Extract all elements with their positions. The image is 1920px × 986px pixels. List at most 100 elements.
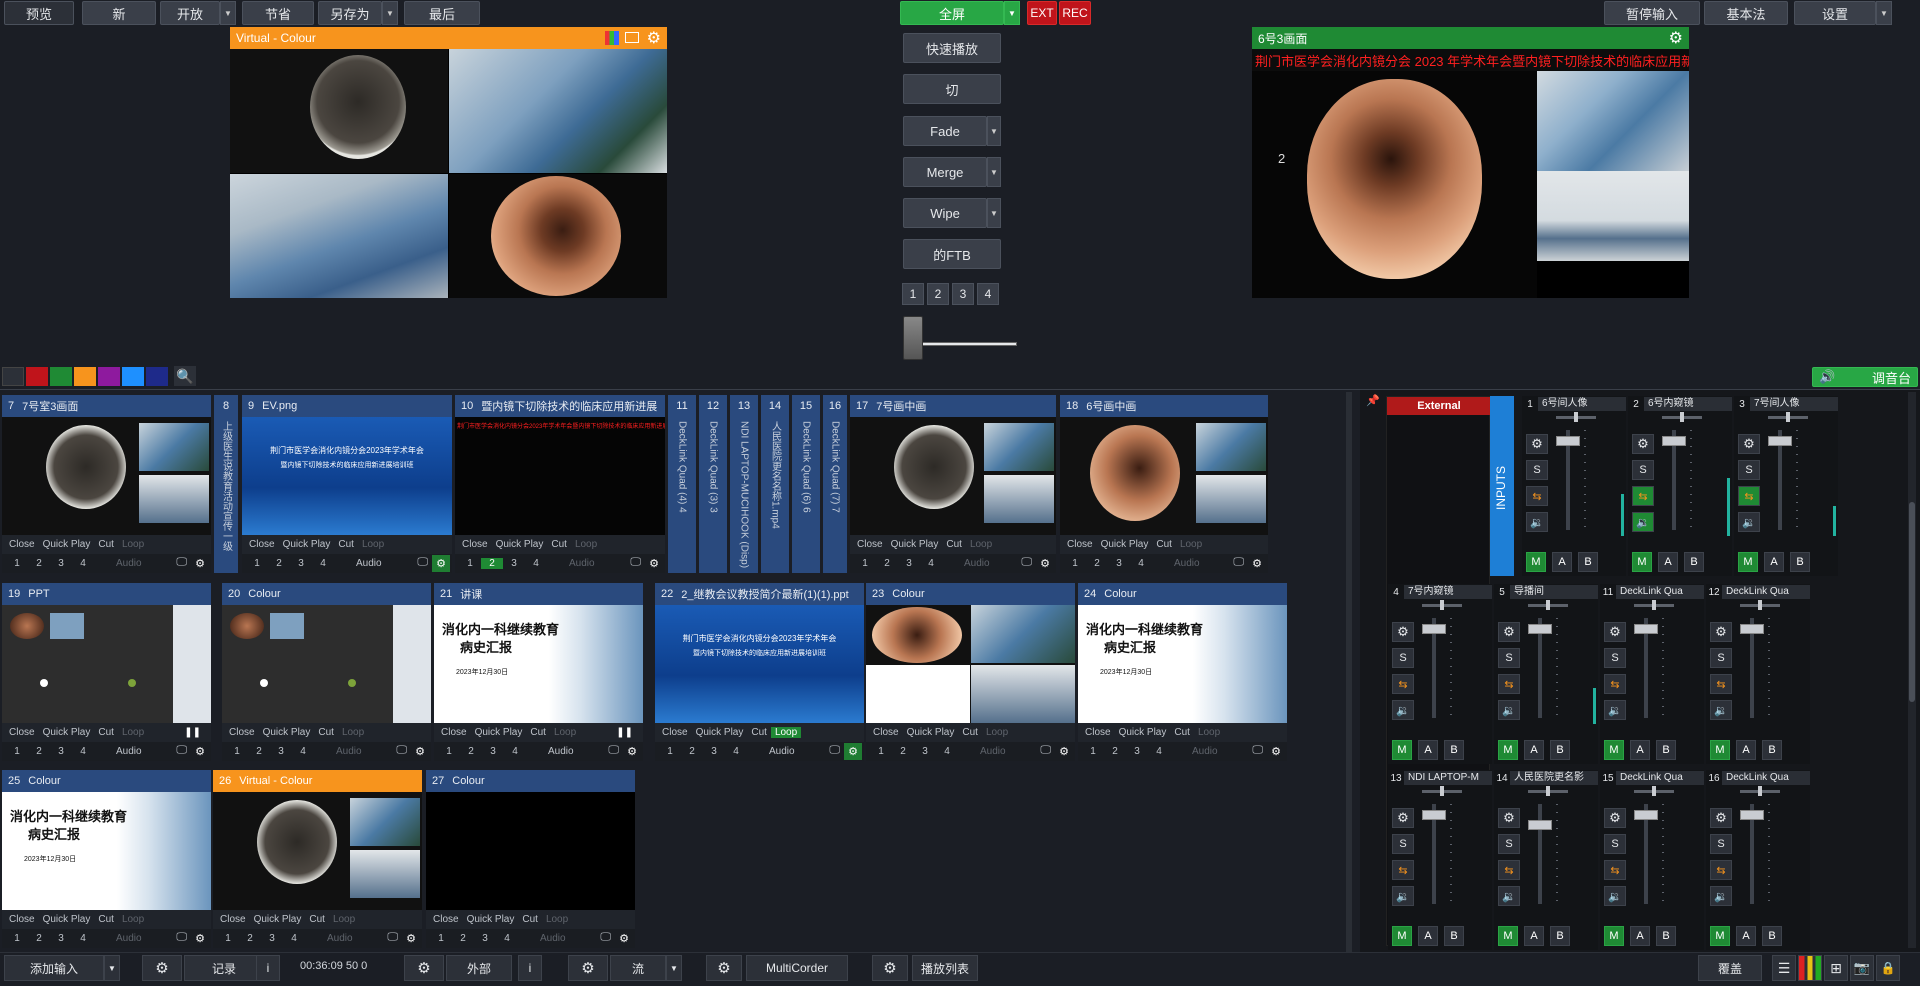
channel-settings-gear-icon[interactable]: ⚙ xyxy=(1392,808,1414,828)
channel-route-arrow-icon[interactable]: ⇆ xyxy=(1710,860,1732,880)
tile-cut-button[interactable]: Cut xyxy=(958,727,982,738)
add-input-dropdown-icon[interactable]: ▼ xyxy=(104,955,120,981)
tile-close-button[interactable]: Close xyxy=(429,914,463,925)
channel-master-button[interactable]: M xyxy=(1604,926,1624,946)
channel-solo-button[interactable]: S xyxy=(1392,648,1414,668)
tile-overlay-1-button[interactable]: 1 xyxy=(246,558,268,569)
channel-master-button[interactable]: M xyxy=(1392,740,1412,760)
channel-route-arrow-icon[interactable]: ⇆ xyxy=(1526,486,1548,506)
tile-overlay-3-button[interactable]: 3 xyxy=(1126,746,1148,757)
tile-audio-button[interactable]: Audio xyxy=(548,746,574,757)
channel-mute-speaker-icon[interactable]: 🔉 xyxy=(1710,886,1732,906)
input-tile-preview[interactable] xyxy=(866,605,1075,723)
tile-overlay-1-button[interactable]: 1 xyxy=(430,933,452,944)
tile-overlay-3-button[interactable]: 3 xyxy=(503,558,525,569)
record-settings-gear-icon[interactable]: ⚙ xyxy=(142,955,182,981)
tile-overlay-2-button[interactable]: 2 xyxy=(248,746,270,757)
mixer-channel-4[interactable]: 4 7号内窥镜 ⚙ S ⇆ 🔉 M A B xyxy=(1388,584,1492,764)
monitor-icon[interactable]: 🖵 xyxy=(1040,744,1051,757)
channel-bus-a-button[interactable]: A xyxy=(1630,926,1650,946)
tile-overlay-1-button[interactable]: 1 xyxy=(438,746,460,757)
tile-settings-gear-icon[interactable]: ⚙ xyxy=(1248,555,1266,572)
tile-cut-button[interactable]: Cut xyxy=(94,727,118,738)
tile-close-button[interactable]: Close xyxy=(1063,539,1097,550)
tile-settings-gear-icon[interactable]: ⚙ xyxy=(645,555,663,572)
channel-bus-a-button[interactable]: A xyxy=(1630,740,1650,760)
tile-overlay-4-button[interactable]: 4 xyxy=(725,746,747,757)
tile-audio-button[interactable]: Audio xyxy=(769,746,795,757)
input-tile-12[interactable]: 12 DeckLink Quad (3) 3 xyxy=(699,395,727,573)
pan-knob[interactable] xyxy=(1786,412,1790,422)
tile-overlay-4-button[interactable]: 4 xyxy=(72,933,94,944)
record-button[interactable]: 记录 xyxy=(184,955,264,981)
channel-bus-a-button[interactable]: A xyxy=(1736,740,1756,760)
multicorder-button[interactable]: MultiCorder xyxy=(746,955,848,981)
tile-overlay-4-button[interactable]: 4 xyxy=(525,558,547,569)
volume-fader-knob[interactable] xyxy=(1422,810,1446,820)
input-tile-18[interactable]: 18 6号画中画 Close Quick Play Cut Loop 1234 A… xyxy=(1060,395,1268,573)
tile-audio-button[interactable]: Audio xyxy=(336,746,362,757)
playlist-settings-gear-icon[interactable]: ⚙ xyxy=(872,955,908,981)
input-tile-preview[interactable] xyxy=(2,417,211,535)
tile-overlay-4-button[interactable]: 4 xyxy=(936,746,958,757)
pan-knob[interactable] xyxy=(1440,600,1444,610)
tile-overlay-2-button[interactable]: 2 xyxy=(28,558,50,569)
channel-route-arrow-icon[interactable]: ⇆ xyxy=(1710,674,1732,694)
tile-quick-play-button[interactable]: Quick Play xyxy=(39,539,95,550)
tile-settings-gear-icon[interactable]: ⚙ xyxy=(1036,555,1054,572)
input-tile-preview[interactable]: 荆门市医学会消化内镜分会2023年学术年会暨内镜下切除技术的临床应用新进展 xyxy=(455,417,665,535)
channel-settings-gear-icon[interactable]: ⚙ xyxy=(1604,808,1626,828)
tile-close-button[interactable]: Close xyxy=(225,727,259,738)
volume-fader-knob[interactable] xyxy=(1528,820,1552,830)
tile-quick-play-button[interactable]: Quick Play xyxy=(1097,539,1153,550)
channel-route-arrow-icon[interactable]: ⇆ xyxy=(1604,674,1626,694)
pan-knob[interactable] xyxy=(1680,412,1684,422)
monitor-icon[interactable]: 🖵 xyxy=(630,556,641,569)
input-tile-8[interactable]: 8 上级医生说教育活动宣传一级 xyxy=(214,395,238,573)
external-info-button[interactable]: i xyxy=(518,955,542,981)
tile-cut-button[interactable]: Cut xyxy=(334,539,358,550)
tile-overlay-1-button[interactable]: 1 xyxy=(6,558,28,569)
multicorder-settings-gear-icon[interactable]: ⚙ xyxy=(706,955,742,981)
monitor-icon[interactable]: 🖵 xyxy=(176,556,187,569)
stream-button[interactable]: 流 xyxy=(610,955,666,981)
tile-cut-button[interactable]: Cut xyxy=(1152,539,1176,550)
tile-cut-button[interactable]: Cut xyxy=(314,727,338,738)
input-tile-header[interactable]: 17 7号画中画 xyxy=(850,395,1056,417)
monitor-icon[interactable]: 🖵 xyxy=(608,744,619,757)
channel-bus-a-button[interactable]: A xyxy=(1418,740,1438,760)
channel-mute-speaker-icon[interactable]: 🔉 xyxy=(1710,700,1732,720)
input-tile-header[interactable]: 10 暨内镜下切除技术的临床应用新进展 xyxy=(455,395,665,417)
tile-quick-play-button[interactable]: Quick Play xyxy=(259,727,315,738)
tile-settings-gear-icon[interactable]: ⚙ xyxy=(191,930,209,947)
tile-overlay-2-button[interactable]: 2 xyxy=(481,558,503,569)
channel-bus-b-button[interactable]: B xyxy=(1578,552,1598,572)
tile-cut-button[interactable]: Cut xyxy=(94,914,118,925)
channel-mute-speaker-icon[interactable]: 🔉 xyxy=(1498,886,1520,906)
tile-overlay-2-button[interactable]: 2 xyxy=(239,933,261,944)
input-tile-header[interactable]: 9 EV.png xyxy=(242,395,452,417)
pause-icon[interactable]: ❚❚ xyxy=(180,727,205,738)
tile-overlay-2-button[interactable]: 2 xyxy=(892,746,914,757)
tile-close-button[interactable]: Close xyxy=(5,914,39,925)
input-tile-header[interactable]: 21 讲课 xyxy=(434,583,643,605)
tile-quick-play-button[interactable]: Quick Play xyxy=(903,727,959,738)
tile-overlay-1-button[interactable]: 1 xyxy=(659,746,681,757)
monitor-icon[interactable]: 🖵 xyxy=(387,931,398,944)
channel-bus-a-button[interactable]: A xyxy=(1658,552,1678,572)
channel-settings-gear-icon[interactable]: ⚙ xyxy=(1738,434,1760,454)
tile-overlay-4-button[interactable]: 4 xyxy=(72,558,94,569)
tile-overlay-3-button[interactable]: 3 xyxy=(50,933,72,944)
monitor-icon[interactable]: 🖵 xyxy=(176,744,187,757)
input-tile-preview[interactable]: 荆门市医学会消化内镜分会2023年学术年会 暨内镜下切除技术的临床应用新进展培训班 xyxy=(655,605,864,723)
mixer-channel-1[interactable]: 1 6号间人像 ⚙ S ⇆ 🔉 M A B xyxy=(1522,396,1626,576)
tile-overlay-2-button[interactable]: 2 xyxy=(28,746,50,757)
channel-solo-button[interactable]: S xyxy=(1392,834,1414,854)
tile-loop-button[interactable]: Loop xyxy=(982,727,1012,738)
pause-input-button[interactable]: 暂停输入 xyxy=(1604,1,1700,25)
pause-icon[interactable]: ❚❚ xyxy=(612,727,637,738)
channel-bus-a-button[interactable]: A xyxy=(1552,552,1572,572)
tile-overlay-3-button[interactable]: 3 xyxy=(1108,558,1130,569)
tile-quick-play-button[interactable]: Quick Play xyxy=(463,914,519,925)
settings-dropdown-icon[interactable]: ▼ xyxy=(1876,1,1892,25)
